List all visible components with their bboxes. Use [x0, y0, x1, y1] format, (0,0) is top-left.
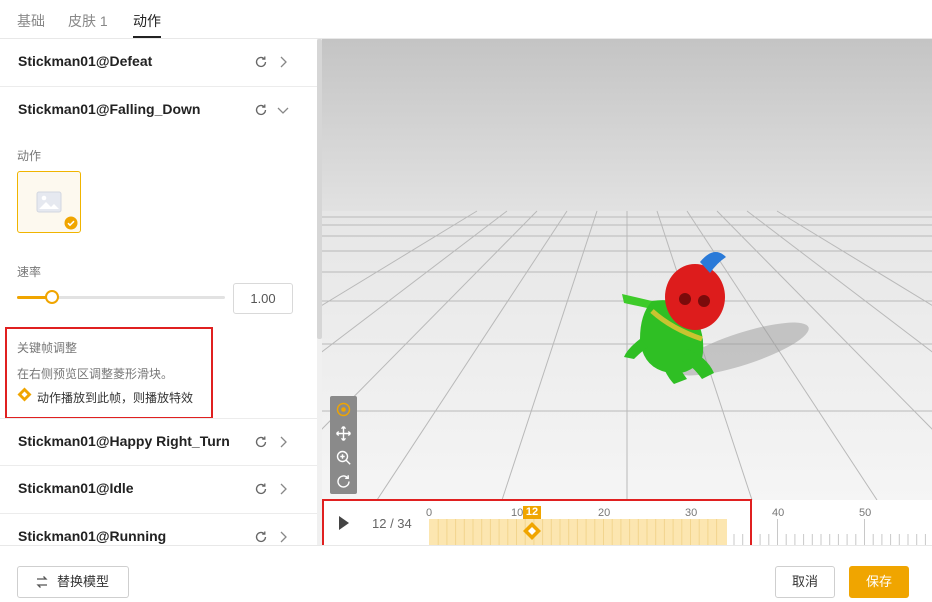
- image-placeholder-icon: [36, 191, 62, 213]
- reset-icon[interactable]: [253, 434, 269, 450]
- animation-name: Stickman01@Falling_Down: [18, 101, 201, 117]
- tick-label: 40: [772, 507, 785, 519]
- focus-target-icon[interactable]: [335, 401, 352, 418]
- replace-model-label: 替换模型: [57, 574, 110, 589]
- chevron-right-icon[interactable]: [275, 54, 291, 70]
- speed-slider[interactable]: [17, 290, 225, 304]
- viewport-toolbar: [330, 396, 357, 494]
- zoom-icon[interactable]: [335, 449, 352, 466]
- active-tab-indicator: [133, 36, 161, 38]
- replace-model-button[interactable]: 替换模型: [17, 566, 129, 598]
- speed-label: 速率: [17, 265, 42, 279]
- keyframe-highlight-box: [5, 327, 213, 419]
- animation-item-happy-right-turn[interactable]: Stickman01@Happy Right_Turn: [0, 418, 317, 466]
- preview-scene: [322, 39, 932, 500]
- action-thumbnail[interactable]: [17, 171, 81, 233]
- animation-list-panel: Stickman01@Defeat Stickman01@Falling_Dow…: [0, 39, 317, 545]
- chevron-right-icon[interactable]: [275, 434, 291, 450]
- speed-input[interactable]: 1.00: [233, 283, 293, 314]
- reset-icon[interactable]: [253, 481, 269, 497]
- animation-name: Stickman01@Defeat: [18, 53, 153, 69]
- speed-slider-handle[interactable]: [45, 290, 59, 304]
- tab-skin[interactable]: 皮肤 1: [68, 11, 108, 31]
- action-section-label: 动作: [17, 149, 42, 163]
- animation-name: Stickman01@Happy Right_Turn: [18, 433, 230, 449]
- cancel-button[interactable]: 取消: [775, 566, 835, 598]
- move-icon[interactable]: [335, 425, 352, 442]
- chevron-right-icon[interactable]: [275, 529, 291, 545]
- tab-bar: 基础 皮肤 1 动作: [0, 0, 932, 39]
- animation-item-defeat[interactable]: Stickman01@Defeat: [0, 39, 317, 87]
- selected-check-icon: [64, 216, 78, 230]
- animation-name: Stickman01@Running: [18, 528, 167, 544]
- footer-bar: 替换模型 取消 保存: [0, 545, 932, 602]
- reset-icon[interactable]: [253, 54, 269, 70]
- model-preview-viewport[interactable]: [322, 39, 932, 500]
- chevron-down-icon[interactable]: [275, 102, 291, 118]
- swap-icon: [36, 576, 48, 588]
- tick-label: 50: [859, 507, 872, 519]
- tab-basic[interactable]: 基础: [17, 11, 45, 31]
- tab-action[interactable]: 动作: [133, 11, 161, 31]
- save-button[interactable]: 保存: [849, 566, 909, 598]
- rotate-icon[interactable]: [335, 473, 352, 490]
- reset-icon[interactable]: [253, 529, 269, 545]
- animation-name: Stickman01@Idle: [18, 480, 134, 496]
- reset-icon[interactable]: [253, 102, 269, 118]
- chevron-right-icon[interactable]: [275, 481, 291, 497]
- animation-item-falling-down[interactable]: Stickman01@Falling_Down: [0, 87, 317, 135]
- animation-item-idle[interactable]: Stickman01@Idle: [0, 466, 317, 514]
- animation-item-running[interactable]: Stickman01@Running: [0, 514, 317, 545]
